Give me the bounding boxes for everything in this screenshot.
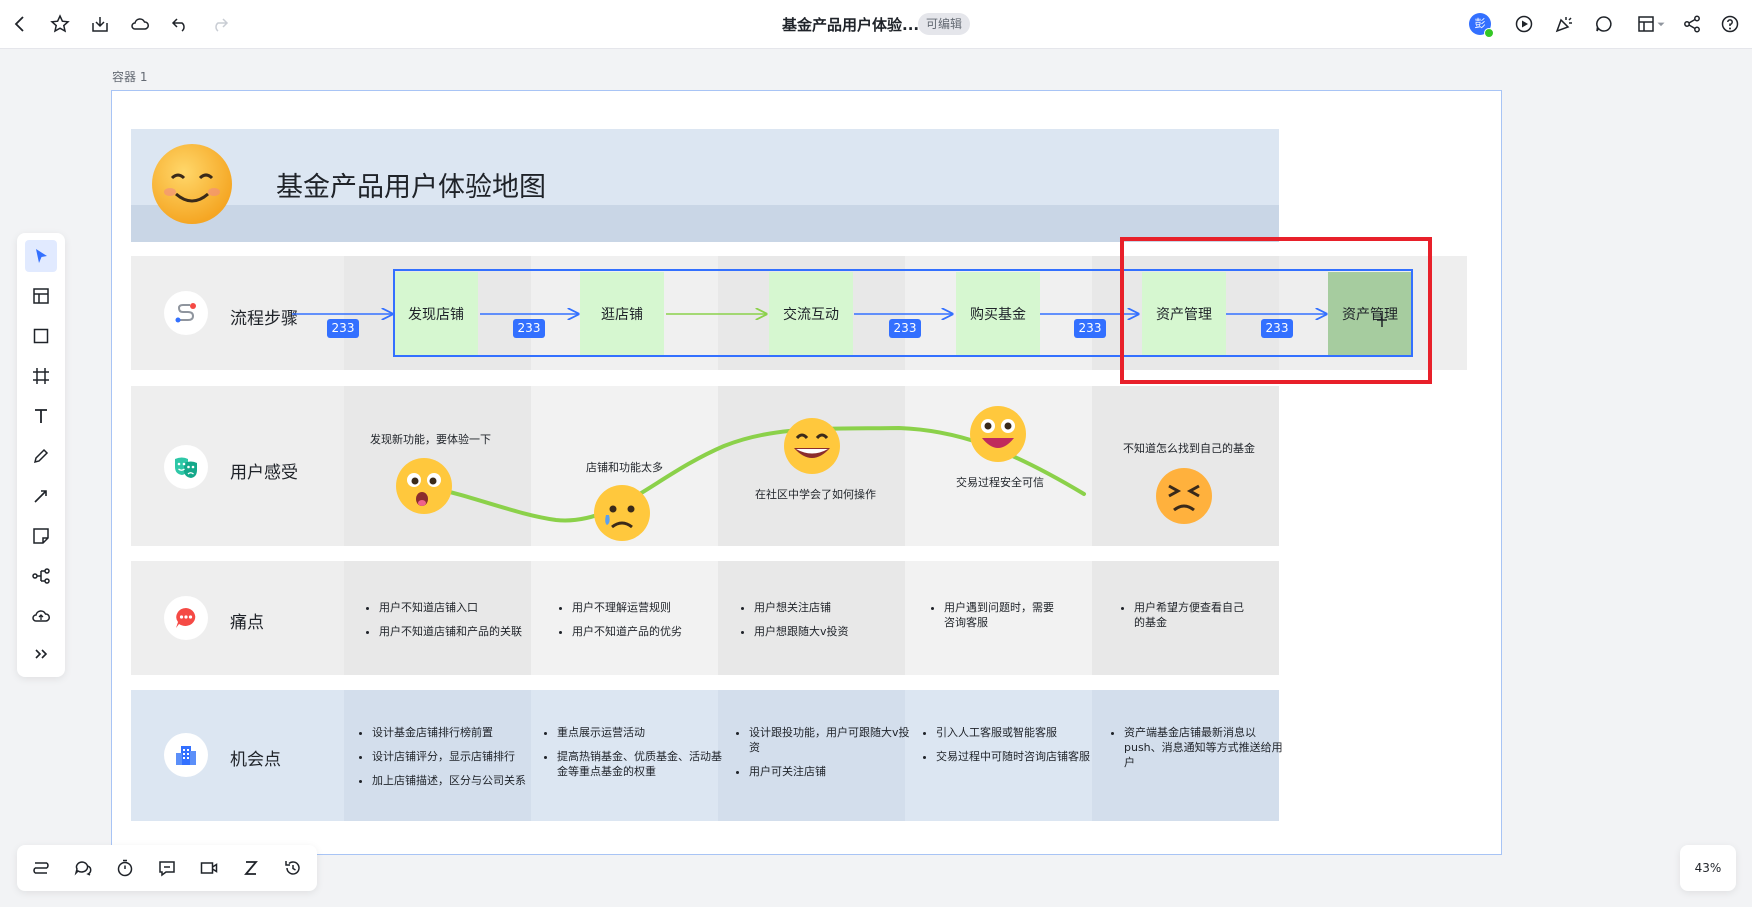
- pain-row-label[interactable]: 痛点: [230, 608, 264, 633]
- list-item: 用户想关注店铺: [754, 600, 904, 615]
- upload-icon[interactable]: [29, 604, 53, 628]
- opportunity-list[interactable]: 重点展示运营活动 提高热销基金、优质基金、活动基金等重点基金的权重: [543, 725, 722, 788]
- feeling-text[interactable]: 店铺和功能太多: [586, 459, 663, 475]
- list-item: 重点展示运营活动: [557, 725, 722, 740]
- redo-icon[interactable]: [208, 12, 232, 36]
- opportunity-list[interactable]: 引入人工客服或智能客服 交易过程中可随时咨询店铺客服: [922, 725, 1098, 773]
- pain-list[interactable]: 用户不知道店铺入口 用户不知道店铺和产品的关联: [365, 600, 539, 648]
- pain-list[interactable]: 用户不理解运营规则 用户不知道产品的优劣: [558, 600, 722, 648]
- chat-icon[interactable]: [155, 856, 179, 880]
- list-item: 用户想跟随大v投资: [754, 624, 904, 639]
- mindmap-tool-icon[interactable]: [29, 564, 53, 588]
- list-item: 用户不知道产品的优劣: [572, 624, 722, 639]
- connector-badge[interactable]: 233: [513, 319, 545, 338]
- more-tools-icon[interactable]: [29, 642, 53, 666]
- chevron-down-icon[interactable]: [1654, 12, 1668, 36]
- list-item: 提高热销基金、优质基金、活动基金等重点基金的权重: [557, 749, 722, 779]
- masks-icon: [164, 445, 208, 489]
- back-icon[interactable]: [8, 12, 32, 36]
- list-item: 加上店铺描述，区分与公司关系: [372, 773, 537, 788]
- select-tool-icon[interactable]: [25, 240, 57, 272]
- building-icon: [164, 733, 208, 777]
- feeling-text[interactable]: 在社区中学会了如何操作: [755, 486, 876, 502]
- list-item: 交易过程中可随时咨询店铺客服: [936, 749, 1098, 764]
- pain-list[interactable]: 用户希望方便查看自己的基金: [1120, 600, 1244, 639]
- sticky-note-icon[interactable]: [29, 524, 53, 548]
- z-order-icon[interactable]: [239, 856, 263, 880]
- highlight-annotation-box: [1120, 237, 1432, 384]
- pain-list[interactable]: 用户遇到问题时，需要咨询客服: [930, 600, 1054, 639]
- help-icon[interactable]: [1718, 12, 1742, 36]
- opportunity-list[interactable]: 资产端基金店铺最新消息以push、消息通知等方式推送给用户: [1110, 725, 1284, 779]
- pen-tool-icon[interactable]: [29, 444, 53, 468]
- flow-steps-icon: [164, 291, 208, 335]
- list-item: 用户不理解运营规则: [572, 600, 722, 615]
- video-icon[interactable]: [197, 856, 221, 880]
- history-icon[interactable]: [281, 856, 305, 880]
- sad-emoji-icon: [594, 485, 650, 541]
- connector-badge[interactable]: 233: [1074, 319, 1106, 338]
- feeling-text[interactable]: 不知道怎么找到自己的基金: [1123, 440, 1255, 456]
- feel-row-label[interactable]: 用户感受: [230, 458, 298, 483]
- list-item: 设计店铺评分，显示店铺排行: [372, 749, 537, 764]
- cloud-icon[interactable]: [128, 12, 152, 36]
- list-item: 资产端基金店铺最新消息以push、消息通知等方式推送给用户: [1124, 725, 1284, 770]
- celebrate-icon[interactable]: [1552, 12, 1576, 36]
- connector-badge[interactable]: 233: [889, 319, 921, 338]
- connector-badge[interactable]: 233: [327, 319, 359, 338]
- present-icon[interactable]: [1512, 12, 1536, 36]
- list-item: 引入人工客服或智能客服: [936, 725, 1098, 740]
- comments-icon[interactable]: [71, 856, 95, 880]
- container-label[interactable]: 容器 1: [112, 68, 147, 85]
- line-tool-icon[interactable]: [29, 484, 53, 508]
- frustrated-emoji-icon: [1156, 468, 1212, 524]
- list-item: 用户希望方便查看自己的基金: [1134, 600, 1244, 630]
- list-item: 用户可关注店铺: [749, 764, 911, 779]
- title-band-lower: [131, 205, 1279, 242]
- share-icon[interactable]: [1680, 12, 1704, 36]
- speech-bubble-icon: [164, 596, 208, 640]
- comment-icon[interactable]: [1592, 12, 1616, 36]
- timer-icon[interactable]: [113, 856, 137, 880]
- save-icon[interactable]: [88, 12, 112, 36]
- feeling-text[interactable]: 交易过程安全可信: [956, 474, 1044, 490]
- undo-icon[interactable]: [168, 12, 192, 36]
- pain-list[interactable]: 用户想关注店铺 用户想跟随大v投资: [740, 600, 904, 648]
- document-title[interactable]: 基金产品用户体验...: [782, 14, 919, 35]
- list-item: 用户不知道店铺入口: [379, 600, 539, 615]
- template-tool-icon[interactable]: [29, 284, 53, 308]
- steps-row-label[interactable]: 流程步骤: [230, 304, 298, 329]
- edit-permission-badge[interactable]: 可编辑: [918, 13, 971, 35]
- top-bar: 基金产品用户体验... 可编辑 彭: [0, 0, 1752, 49]
- move-cursor-icon: [1377, 313, 1387, 327]
- list-item: 用户遇到问题时，需要咨询客服: [944, 600, 1054, 630]
- feeling-text[interactable]: 发现新功能，要体验一下: [370, 431, 491, 447]
- frame-tool-icon[interactable]: [29, 364, 53, 388]
- star-icon[interactable]: [48, 12, 72, 36]
- left-toolbar: [17, 233, 65, 677]
- list-item: 设计跟投功能，用户可跟随大v投资: [749, 725, 911, 755]
- outline-icon[interactable]: [29, 856, 53, 880]
- list-item: 用户不知道店铺和产品的关联: [379, 624, 539, 639]
- text-tool-icon[interactable]: [29, 404, 53, 428]
- map-title[interactable]: 基金产品用户体验地图: [276, 165, 546, 204]
- opportunity-list[interactable]: 设计跟投功能，用户可跟随大v投资 用户可关注店铺: [735, 725, 911, 788]
- zoom-level[interactable]: 43%: [1680, 845, 1736, 891]
- opp-row-label[interactable]: 机会点: [230, 745, 281, 770]
- happy-emoji-icon: [970, 406, 1026, 462]
- list-item: 设计基金店铺排行榜前置: [372, 725, 537, 740]
- online-dot: [1484, 28, 1494, 38]
- opportunity-list[interactable]: 设计基金店铺排行榜前置 设计店铺评分，显示店铺排行 加上店铺描述，区分与公司关系: [358, 725, 537, 797]
- bottom-toolbar: [17, 845, 317, 891]
- shape-tool-icon[interactable]: [29, 324, 53, 348]
- grinning-emoji-icon: [784, 418, 840, 474]
- smile-emoji-icon: [152, 144, 232, 224]
- excited-emoji-icon: [396, 458, 452, 514]
